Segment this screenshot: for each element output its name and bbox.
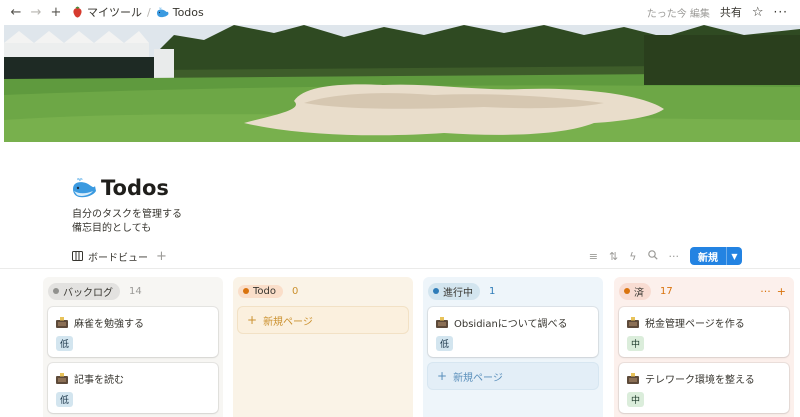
page-description-line: 備忘目的としても	[72, 223, 152, 234]
board-column-backlog: バックログ 14 麻雀を勉強する 低 記事を読む 低	[43, 277, 223, 417]
new-page-label: 新規ページ	[453, 372, 503, 384]
priority-tag: 低	[436, 336, 454, 351]
add-view-icon[interactable]: +	[156, 249, 167, 264]
view-bar: ボードビュー + ≡ ⇅ ϟ ··· 新規 ▼	[72, 246, 742, 266]
top-bar: ← → + マイツール / Todos たった今 編集 共有 ☆ ···	[0, 0, 800, 24]
column-name: Todo	[253, 285, 276, 297]
add-icon[interactable]: +	[46, 2, 66, 22]
divider	[0, 268, 800, 269]
share-button[interactable]: 共有	[720, 4, 742, 20]
new-page-label: 新規ページ	[263, 316, 313, 328]
page-title[interactable]: Todos	[101, 176, 169, 200]
edited-timestamp: たった今 編集	[646, 8, 710, 20]
status-badge[interactable]: 済	[619, 282, 651, 300]
breadcrumb-item-todos[interactable]: Todos	[156, 6, 204, 19]
filter-icon[interactable]: ≡	[589, 250, 598, 263]
column-count: 0	[292, 285, 299, 297]
column-count: 14	[129, 285, 142, 297]
chevron-down-icon[interactable]: ▼	[726, 247, 742, 265]
board-column-done: 済 17 ··· + 税金管理ページを作る 中 テレワーク環境を整える 中	[614, 277, 794, 417]
status-dot	[243, 288, 249, 294]
page-description-line: 自分のタスクを管理する	[72, 209, 182, 220]
status-badge[interactable]: バックログ	[48, 282, 120, 300]
status-badge[interactable]: 進行中	[428, 282, 480, 300]
lantern-icon	[627, 373, 639, 384]
status-dot	[433, 288, 439, 294]
add-icon[interactable]: +	[777, 285, 786, 298]
more-options-icon[interactable]: ···	[760, 285, 771, 298]
board-card[interactable]: テレワーク環境を整える 中	[619, 363, 789, 413]
more-icon[interactable]: ···	[774, 5, 788, 19]
cover-image	[4, 25, 800, 142]
automation-lightning-icon[interactable]: ϟ	[629, 250, 636, 263]
column-count: 1	[489, 285, 496, 297]
status-dot	[53, 288, 59, 294]
plus-icon: +	[437, 369, 448, 383]
breadcrumb-item-mytools[interactable]: マイツール	[72, 4, 142, 20]
breadcrumb-label: マイツール	[87, 6, 142, 19]
more-options-icon[interactable]: ···	[669, 250, 680, 263]
column-name: 済	[634, 287, 644, 299]
card-title: 記事を読む	[74, 375, 124, 386]
card-title: 麻雀を勉強する	[74, 319, 144, 330]
red-strawberry-icon	[73, 6, 82, 18]
breadcrumb-separator: /	[147, 5, 151, 19]
board-column-todo: Todo 0 + 新規ページ	[233, 277, 413, 417]
sort-icon[interactable]: ⇅	[609, 250, 618, 263]
plus-icon: +	[247, 313, 258, 327]
new-button[interactable]: 新規 ▼	[690, 247, 742, 265]
column-count: 17	[660, 285, 673, 297]
board-card[interactable]: 麻雀を勉強する 低	[48, 307, 218, 357]
breadcrumb-label: Todos	[172, 5, 204, 19]
priority-tag: 中	[627, 336, 645, 351]
lantern-icon	[436, 317, 448, 328]
lantern-icon	[56, 373, 68, 384]
status-dot	[624, 288, 630, 294]
star-icon[interactable]: ☆	[752, 5, 764, 20]
board-column-in-progress: 進行中 1 Obsidianについて調べる 低 + 新規ページ	[423, 277, 603, 417]
back-arrow-icon[interactable]: ←	[6, 2, 26, 22]
board-icon	[72, 251, 83, 261]
forward-arrow-icon[interactable]: →	[26, 2, 46, 22]
lantern-icon	[56, 317, 68, 328]
column-name: 進行中	[443, 287, 473, 299]
card-title: 税金管理ページを作る	[645, 319, 745, 330]
priority-tag: 中	[627, 392, 645, 407]
whale-icon	[73, 178, 96, 198]
lantern-icon	[627, 317, 639, 328]
search-icon[interactable]	[647, 249, 658, 263]
tab-board-view[interactable]: ボードビュー	[72, 249, 148, 264]
breadcrumb: マイツール / Todos	[72, 4, 204, 20]
new-button-label[interactable]: 新規	[690, 247, 726, 265]
priority-tag: 低	[56, 392, 74, 407]
new-page-button[interactable]: + 新規ページ	[238, 307, 408, 333]
column-name: バックログ	[63, 287, 113, 299]
board-card[interactable]: 記事を読む 低	[48, 363, 218, 413]
tab-label: ボードビュー	[88, 252, 148, 264]
card-title: テレワーク環境を整える	[645, 375, 755, 386]
priority-tag: 低	[56, 336, 74, 351]
board-card[interactable]: Obsidianについて調べる 低	[428, 307, 598, 357]
new-page-button[interactable]: + 新規ページ	[428, 363, 598, 389]
card-title: Obsidianについて調べる	[454, 319, 568, 330]
board-card[interactable]: 税金管理ページを作る 中	[619, 307, 789, 357]
whale-icon	[156, 7, 169, 17]
status-badge[interactable]: Todo	[238, 284, 283, 298]
